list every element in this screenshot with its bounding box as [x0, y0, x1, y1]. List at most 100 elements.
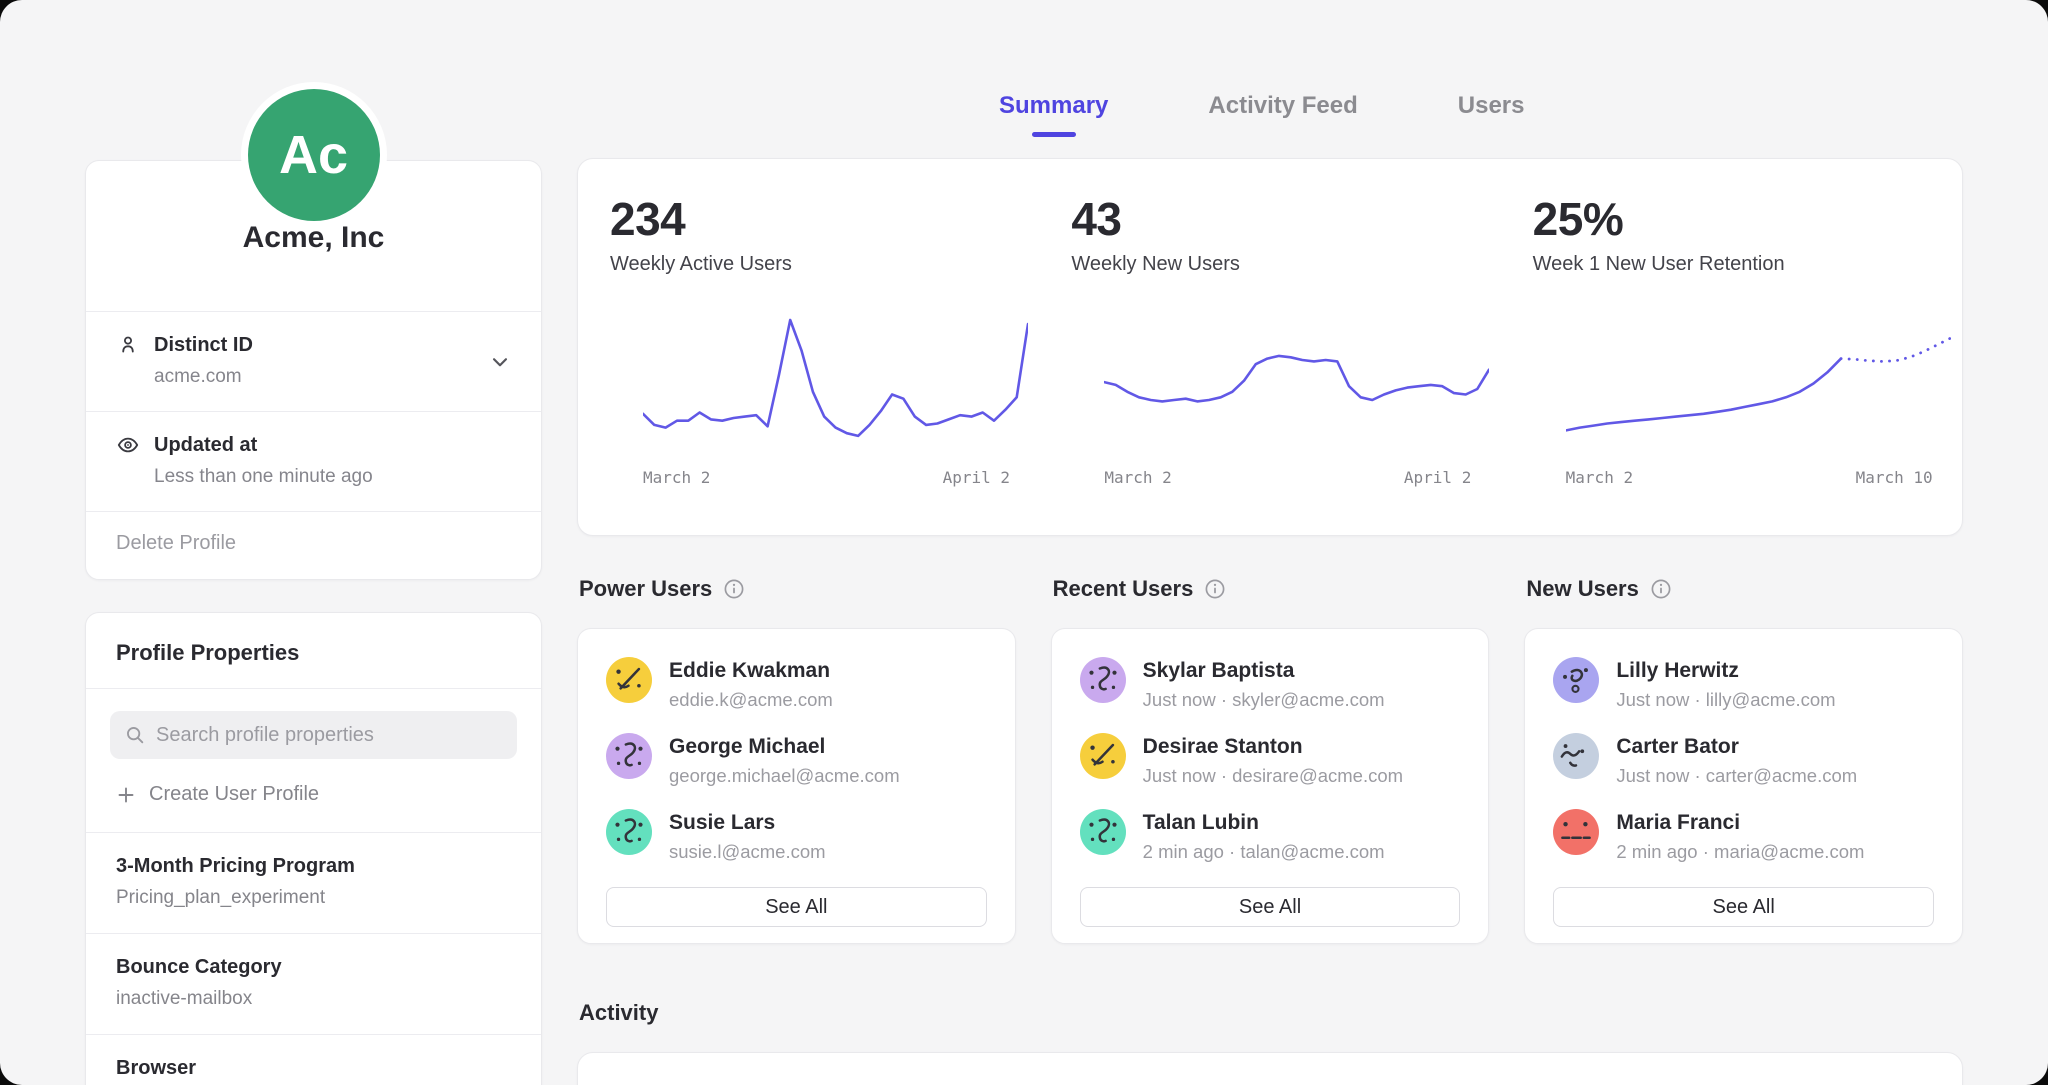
activity-title: Activity — [579, 1000, 1963, 1026]
search-icon — [124, 724, 146, 746]
user-meta: eddie.k@acme.com — [669, 689, 833, 711]
create-user-profile-button[interactable]: Create User Profile — [116, 783, 511, 806]
new-users-section: New Users Lilly Herwitz Just now — [1524, 576, 1963, 944]
new-users-card: Lilly Herwitz Just now · lilly@acme.com … — [1524, 628, 1963, 944]
activity-card: 234 240 3.4k — [577, 1052, 1963, 1085]
stat-weekly-new-users: 43 Weekly New Users March 2 April 2 — [1039, 159, 1500, 535]
user-lists-row: Power Users Eddie Kwakman eddie. — [577, 576, 1963, 944]
activity-stat: 240 — [1039, 1053, 1500, 1085]
user-name: Eddie Kwakman — [669, 657, 833, 683]
user-avatar — [1553, 657, 1599, 703]
user-meta: george.michael@acme.com — [669, 765, 900, 787]
search-profile-properties[interactable] — [110, 711, 517, 759]
delete-profile-button[interactable]: Delete Profile — [86, 512, 541, 579]
property-row[interactable]: Browser Chrome — [86, 1035, 541, 1085]
user-name: Susie Lars — [669, 809, 826, 835]
user-avatar — [1080, 809, 1126, 855]
activity-stat-value: 3.4k — [1533, 1081, 1962, 1085]
weekly-new-users-sparkline — [1104, 314, 1489, 464]
user-row[interactable]: George Michael george.michael@acme.com — [606, 733, 987, 787]
section-title: New Users — [1526, 576, 1639, 602]
info-icon[interactable] — [723, 578, 745, 600]
stat-weekly-active-users: 234 Weekly Active Users March 2 April 2 — [578, 159, 1039, 535]
activity-stat: 3.4k — [1501, 1053, 1962, 1085]
app-frame: Ac Acme, Inc Distinct ID acme.com — [0, 0, 2048, 1085]
user-row[interactable]: Maria Franci 2 min ago · maria@acme.com — [1553, 809, 1934, 863]
x-axis-label-start: March 2 — [1566, 468, 1633, 487]
tab-activity-feed[interactable]: Activity Feed — [1208, 92, 1357, 120]
tab-summary[interactable]: Summary — [999, 92, 1108, 120]
user-row[interactable]: Lilly Herwitz Just now · lilly@acme.com — [1553, 657, 1934, 711]
see-all-button[interactable]: See All — [606, 887, 987, 927]
user-name: George Michael — [669, 733, 900, 759]
distinct-id-label: Distinct ID — [154, 334, 253, 357]
user-row[interactable]: Eddie Kwakman eddie.k@acme.com — [606, 657, 987, 711]
property-row[interactable]: Bounce Category inactive-mailbox — [86, 934, 541, 1034]
distinct-id-row[interactable]: Distinct ID acme.com — [86, 312, 541, 411]
see-all-button[interactable]: See All — [1080, 887, 1461, 927]
property-name: 3-Month Pricing Program — [116, 855, 511, 878]
user-row[interactable]: Desirae Stanton Just now · desirare@acme… — [1080, 733, 1461, 787]
x-axis-labels: March 2 April 2 — [1104, 468, 1489, 487]
user-avatar — [1553, 809, 1599, 855]
stat-week1-retention: 25% Week 1 New User Retention March 2 Ma… — [1501, 159, 1962, 535]
stat-value: 234 — [610, 193, 1039, 245]
user-meta: Just now · skyler@acme.com — [1143, 689, 1385, 711]
stat-value: 25% — [1533, 193, 1962, 245]
profile-properties-title: Profile Properties — [86, 613, 541, 688]
updated-at-row: Updated at Less than one minute ago — [86, 412, 541, 511]
user-name: Desirae Stanton — [1143, 733, 1403, 759]
user-meta: susie.l@acme.com — [669, 841, 826, 863]
user-meta: Just now · lilly@acme.com — [1616, 689, 1835, 711]
see-all-button[interactable]: See All — [1553, 887, 1934, 927]
user-name: Carter Bator — [1616, 733, 1857, 759]
recent-users-card: Skylar Baptista Just now · skyler@acme.c… — [1051, 628, 1490, 944]
activity-stat-value: 240 — [1071, 1081, 1500, 1085]
profile-sidebar: Ac Acme, Inc Distinct ID acme.com — [85, 0, 542, 1085]
property-name: Bounce Category — [116, 956, 511, 979]
section-title: Power Users — [579, 576, 712, 602]
weekly-active-users-sparkline — [643, 314, 1028, 464]
company-avatar: Ac — [248, 89, 380, 221]
user-meta: Just now · carter@acme.com — [1616, 765, 1857, 787]
search-input[interactable] — [156, 724, 503, 747]
chevron-down-icon[interactable] — [487, 349, 513, 375]
x-axis-labels: March 2 April 2 — [643, 468, 1028, 487]
user-avatar — [1080, 657, 1126, 703]
recent-users-section: Recent Users Skylar Baptista Jus — [1051, 576, 1490, 944]
stat-value: 43 — [1071, 193, 1500, 245]
user-meta: 2 min ago · talan@acme.com — [1143, 841, 1385, 863]
stat-label: Weekly New Users — [1071, 253, 1500, 276]
property-row[interactable]: 3-Month Pricing Program Pricing_plan_exp… — [86, 833, 541, 933]
info-icon[interactable] — [1650, 578, 1672, 600]
user-name: Maria Franci — [1616, 809, 1864, 835]
person-icon — [116, 333, 140, 357]
updated-at-label: Updated at — [154, 434, 257, 457]
eye-icon — [116, 433, 140, 457]
user-row[interactable]: Carter Bator Just now · carter@acme.com — [1553, 733, 1934, 787]
create-user-profile-label: Create User Profile — [149, 783, 319, 806]
property-name: Browser — [116, 1057, 511, 1080]
user-name: Skylar Baptista — [1143, 657, 1385, 683]
main-content: Summary Activity Feed Users 234 Weekly A… — [577, 0, 1963, 1085]
power-users-card: Eddie Kwakman eddie.k@acme.com George Mi… — [577, 628, 1016, 944]
distinct-id-value: acme.com — [154, 366, 511, 388]
stat-label: Week 1 New User Retention — [1533, 253, 1962, 276]
x-axis-label-end: March 10 — [1856, 468, 1933, 487]
x-axis-label-start: March 2 — [643, 468, 710, 487]
plus-icon — [116, 785, 136, 805]
user-avatar — [606, 809, 652, 855]
user-row[interactable]: Talan Lubin 2 min ago · talan@acme.com — [1080, 809, 1461, 863]
week1-retention-sparkline — [1566, 314, 1951, 464]
tab-users[interactable]: Users — [1458, 92, 1525, 120]
user-row[interactable]: Susie Lars susie.l@acme.com — [606, 809, 987, 863]
user-meta: 2 min ago · maria@acme.com — [1616, 841, 1864, 863]
x-axis-label-end: April 2 — [1404, 468, 1471, 487]
user-row[interactable]: Skylar Baptista Just now · skyler@acme.c… — [1080, 657, 1461, 711]
property-value: Pricing_plan_experiment — [116, 887, 511, 909]
user-avatar — [606, 733, 652, 779]
x-axis-labels: March 2 March 10 — [1566, 468, 1951, 487]
activity-stat: 234 — [578, 1053, 1039, 1085]
profile-properties-card: Profile Properties Create User Profile — [85, 612, 542, 1085]
info-icon[interactable] — [1204, 578, 1226, 600]
